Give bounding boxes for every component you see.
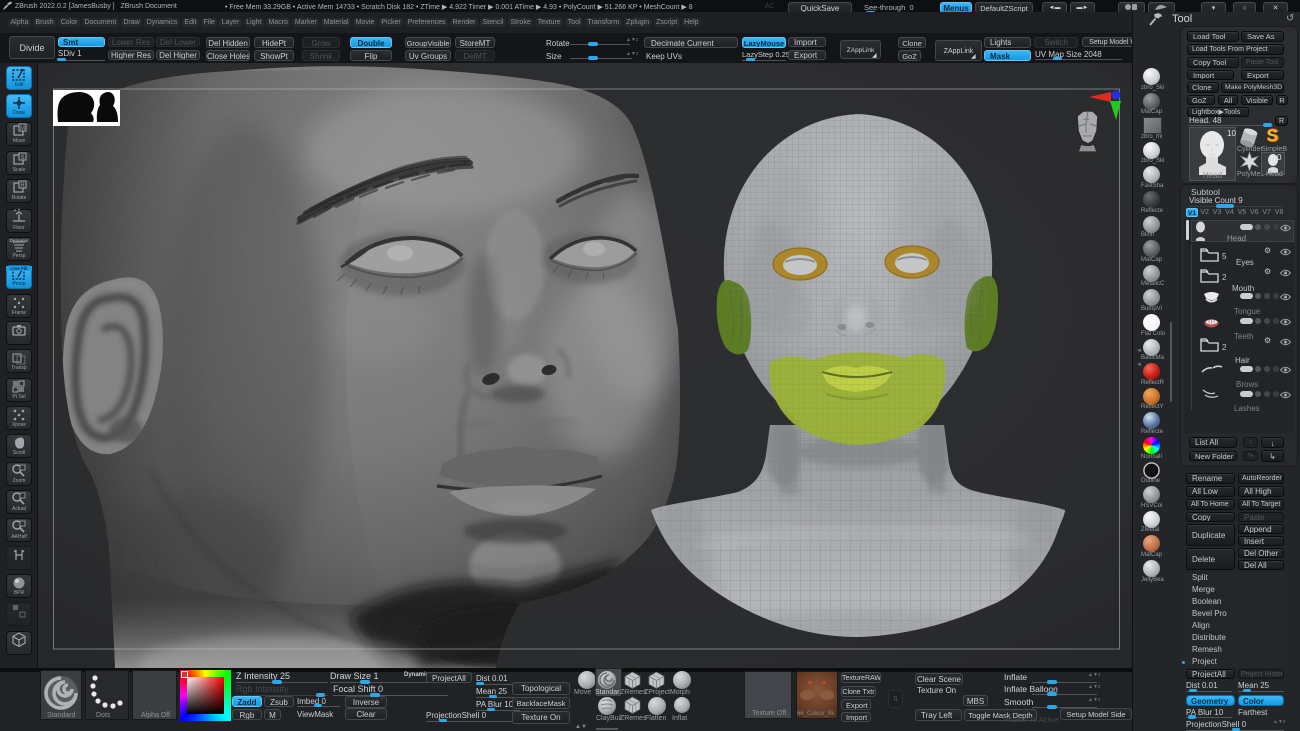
svg-text:S: S: [1266, 126, 1277, 145]
svg-text:S: S: [20, 155, 24, 161]
svg-text:M: M: [20, 126, 25, 132]
svg-text:R: R: [20, 183, 25, 189]
